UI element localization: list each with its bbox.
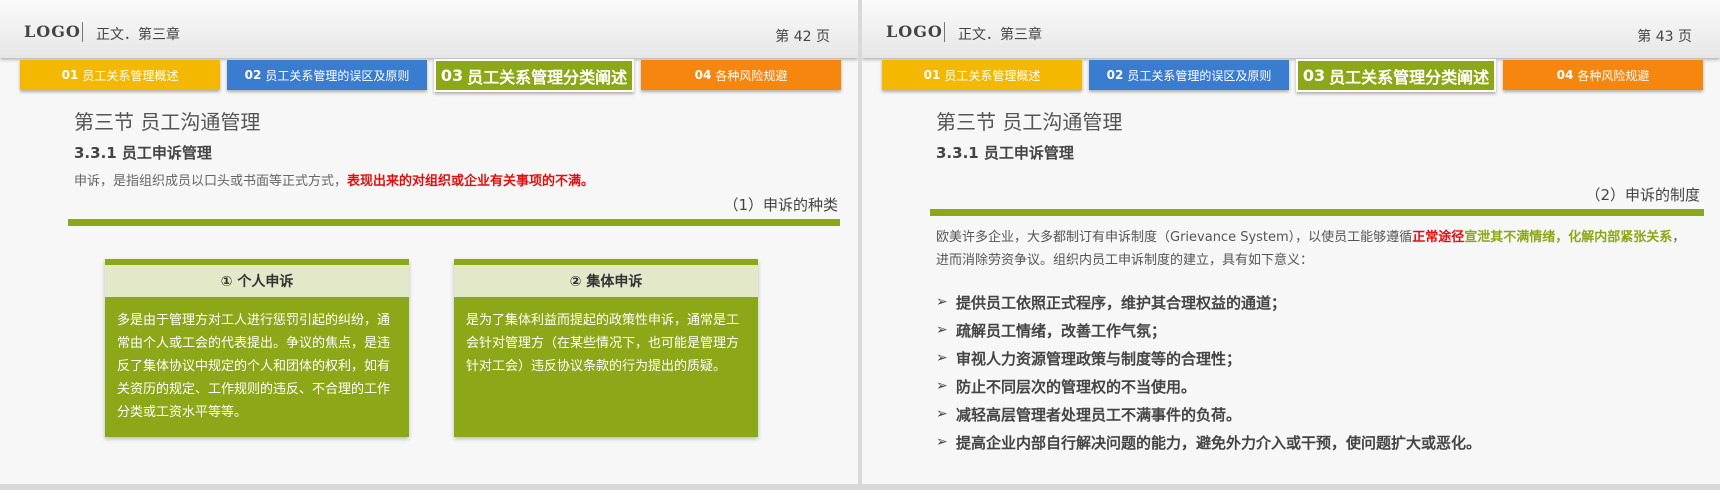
tab-overview[interactable]: 01 员工关系管理概述 — [882, 60, 1082, 90]
arrow-bullet-icon: ➢ — [936, 434, 948, 450]
intro-text: 申诉，是指组织成员以口头或书面等正式方式，表现出来的对组织或企业有关事项的不满。 — [74, 170, 594, 189]
chapter-label: 正文．第三章 — [96, 27, 180, 43]
section-title: 第三节 员工沟通管理 — [74, 110, 261, 134]
nav-tabs: 01 员工关系管理概述 02 员工关系管理的误区及原则 03 员工关系管理分类阐述 0… — [20, 59, 841, 92]
list-item: ➢ 提供员工依照正式程序，维护其合理权益的通道； — [936, 288, 1706, 316]
card-body: 多是由于管理方对工人进行惩罚引起的纠纷，通常由个人或工会的代表提出。争议的焦点，… — [105, 297, 409, 437]
intro-highlight: 表现出来的对组织或企业有关事项的不满。 — [347, 174, 595, 189]
significance-list: ➢ 提供员工依照正式程序，维护其合理权益的通道； ➢ 疏解员工情绪，改善工作气氛； … — [936, 288, 1706, 456]
arrow-bullet-icon: ➢ — [936, 350, 948, 366]
list-item-text: 减轻高层管理者处理员工不满事件的负荷。 — [956, 405, 1242, 424]
list-item: ➢ 疏解员工情绪，改善工作气氛； — [936, 316, 1706, 344]
arrow-bullet-icon: ➢ — [936, 322, 948, 338]
nav-tabs: 01 员工关系管理概述 02 员工关系管理的误区及原则 03 员工关系管理分类阐述 0… — [882, 59, 1703, 92]
tab-risk[interactable]: 04 各种风险规避 — [1503, 60, 1703, 90]
arrow-bullet-icon: ➢ — [936, 294, 948, 310]
slide-page-42: LOGO 正文．第三章 第 42 页 01 员工关系管理概述 02 员工关系管理的误… — [0, 0, 858, 484]
green-divider — [930, 209, 1704, 216]
chapter-label: 正文．第三章 — [958, 27, 1042, 43]
list-item: ➢ 减轻高层管理者处理员工不满事件的负荷。 — [936, 400, 1706, 428]
para-red-highlight: 正常途径 — [1412, 230, 1465, 245]
list-item-text: 提高企业内部自行解决问题的能力，避免外力介入或干预，使问题扩大或恶化。 — [956, 433, 1482, 452]
tab-principles[interactable]: 02 员工关系管理的误区及原则 — [227, 60, 427, 90]
tab-overview[interactable]: 01 员工关系管理概述 — [20, 60, 220, 90]
description-paragraph: 欧美许多企业，大多都制订有申诉制度（Grievance System），以使员工… — [936, 226, 1696, 272]
list-item-text: 审视人力资源管理政策与制度等的合理性； — [956, 349, 1242, 368]
card-individual: ① 个人申诉 多是由于管理方对工人进行惩罚引起的纠纷，通常由个人或工会的代表提出… — [105, 259, 409, 437]
sub-heading: （2）申诉的制度 — [1585, 186, 1700, 204]
list-item: ➢ 审视人力资源管理政策与制度等的合理性； — [936, 344, 1706, 372]
logo: LOGO — [886, 22, 943, 41]
arrow-bullet-icon: ➢ — [936, 378, 948, 394]
header-divider — [82, 22, 83, 42]
list-item-text: 疏解员工情绪，改善工作气氛； — [956, 321, 1167, 340]
tab-classification[interactable]: 03 员工关系管理分类阐述 — [434, 59, 634, 92]
tab-principles[interactable]: 02 员工关系管理的误区及原则 — [1089, 60, 1289, 90]
tab-classification[interactable]: 03 员工关系管理分类阐述 — [1296, 59, 1496, 92]
tab-risk[interactable]: 04 各种风险规避 — [641, 60, 841, 90]
para-text: 欧美许多企业，大多都制订有申诉制度（Grievance System），以使员工… — [936, 230, 1413, 245]
green-divider — [68, 219, 840, 226]
arrow-bullet-icon: ➢ — [936, 406, 948, 422]
slide-header: LOGO 正文．第三章 第 43 页 — [862, 0, 1720, 58]
subsection-title: 3.3.1 员工申诉管理 — [74, 144, 212, 162]
sub-heading: （1）申诉的种类 — [723, 196, 838, 214]
list-item-text: 提供员工依照正式程序，维护其合理权益的通道； — [956, 293, 1287, 312]
list-item: ➢ 防止不同层次的管理权的不当使用。 — [936, 372, 1706, 400]
intro-plain: 申诉，是指组织成员以口头或书面等正式方式， — [74, 174, 348, 189]
subsection-title: 3.3.1 员工申诉管理 — [936, 144, 1074, 162]
slide-page-43: LOGO 正文．第三章 第 43 页 01 员工关系管理概述 02 员工关系管理的误… — [862, 0, 1720, 484]
slide-header: LOGO 正文．第三章 第 42 页 — [0, 0, 858, 58]
page-number: 第 43 页 — [1637, 29, 1692, 45]
logo: LOGO — [24, 22, 81, 41]
page-number: 第 42 页 — [775, 29, 830, 45]
header-divider — [944, 22, 945, 42]
card-title: ② 集体申诉 — [454, 265, 758, 297]
list-item: ➢ 提高企业内部自行解决问题的能力，避免外力介入或干预，使问题扩大或恶化。 — [936, 428, 1706, 456]
section-title: 第三节 员工沟通管理 — [936, 110, 1123, 134]
card-collective: ② 集体申诉 是为了集体利益而提起的政策性申诉，通常是工会针对管理方（在某些情况… — [454, 259, 758, 437]
list-item-text: 防止不同层次的管理权的不当使用。 — [956, 377, 1197, 396]
card-body: 是为了集体利益而提起的政策性申诉，通常是工会针对管理方（在某些情况下，也可能是管… — [454, 297, 758, 437]
card-title: ① 个人申诉 — [105, 265, 409, 297]
para-green-highlight: 宣泄其不满情绪，化解内部紧张关系 — [1464, 230, 1673, 245]
